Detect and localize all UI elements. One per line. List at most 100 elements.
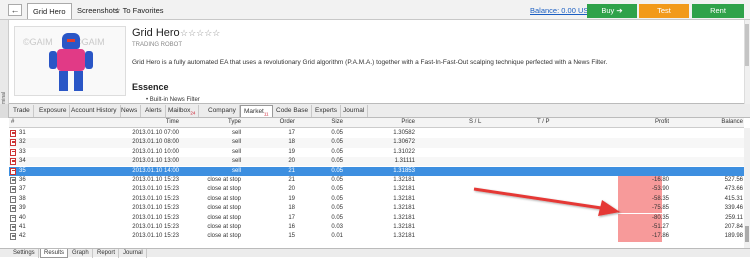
cell-time: 2013.01.10 15:23 bbox=[132, 186, 179, 193]
cell-price: 1.32181 bbox=[393, 177, 415, 183]
column-header[interactable]: Size bbox=[309, 119, 343, 125]
close-order-icon bbox=[10, 224, 16, 231]
cell-order: 21 bbox=[288, 177, 295, 183]
cell-time: 2013.01.10 15:23 bbox=[132, 195, 179, 202]
rent-button[interactable]: Rent bbox=[692, 4, 744, 18]
rating-stars[interactable]: ☆☆☆☆☆ bbox=[180, 28, 220, 39]
terminal-tab-label: Journal bbox=[343, 107, 365, 114]
tester-tab-bar: Settings Results Graph Report Journal bbox=[0, 248, 750, 258]
table-row[interactable]: 38 2013.01.10 15:23 close at stop 19 0.05 1.3… bbox=[9, 195, 744, 204]
terminal-tab-news[interactable]: News bbox=[118, 105, 142, 117]
table-row[interactable]: 34 2013.01.10 13:00 sell 20 0.05 1.31111 bbox=[9, 157, 744, 167]
cell-balance: 189.98 bbox=[724, 233, 743, 240]
table-row[interactable]: 41 2013.01.10 15:23 close at stop 16 0.03 1.3… bbox=[9, 223, 744, 232]
cell-balance: 415.31 bbox=[724, 195, 743, 202]
cell-type: close at stop bbox=[207, 205, 241, 212]
arrow-right-icon: ➔ bbox=[616, 6, 623, 15]
terminal-tab-code-base[interactable]: Code Base bbox=[273, 105, 313, 117]
test-button[interactable]: Test bbox=[639, 4, 689, 18]
cell-price: 1.32181 bbox=[393, 195, 415, 202]
column-header[interactable]: Price bbox=[349, 119, 415, 125]
market-scroll-thumb[interactable] bbox=[745, 24, 749, 66]
market-toolbar: ← Grid Hero Screenshots ☆ To Favorites B… bbox=[0, 0, 750, 20]
favorites-button[interactable]: ☆ To Favorites bbox=[114, 3, 164, 19]
cell-order: 16 bbox=[288, 224, 295, 230]
table-row[interactable]: 31 2013.01.10 07:00 sell 17 0.05 1.30582 bbox=[9, 129, 744, 138]
cell-type: sell bbox=[231, 130, 241, 136]
table-row[interactable]: 40 2013.01.10 15:23 close at stop 17 0.05 1.3… bbox=[9, 214, 744, 223]
column-header[interactable]: Balance bbox=[699, 119, 743, 125]
column-header[interactable]: Time bbox=[129, 119, 179, 125]
close-order-icon bbox=[10, 205, 16, 213]
table-row[interactable]: 36 2013.01.10 15:23 close at stop 21 0.05 1.3… bbox=[9, 176, 744, 185]
table-row[interactable]: 42 2013.01.10 15:23 close at stop 15 0.01 1.3… bbox=[9, 232, 744, 241]
terminal-tab-exposure[interactable]: Exposure bbox=[36, 105, 71, 117]
cell-time: 2013.01.10 15:23 bbox=[132, 233, 179, 240]
terminal-tab-label: Company bbox=[208, 107, 236, 114]
table-row[interactable]: 33 2013.01.10 10:00 sell 19 0.05 1.31022 bbox=[9, 148, 744, 157]
cell-n: 38 bbox=[19, 195, 26, 202]
cell-size: 0.05 bbox=[331, 139, 343, 146]
column-header[interactable]: Order bbox=[257, 119, 295, 125]
column-header[interactable]: Type bbox=[199, 119, 241, 125]
cell-balance: 207.84 bbox=[724, 224, 743, 230]
product-subtitle: TRADING ROBOT bbox=[132, 42, 183, 48]
cell-profit: -16.80 bbox=[651, 177, 669, 183]
column-header[interactable]: Profit bbox=[621, 119, 669, 125]
terminal-tab-bar: Trade Exposure Account History News Alerts Ma… bbox=[0, 104, 750, 118]
cell-time: 2013.01.10 13:00 bbox=[132, 158, 179, 165]
cell-n: 36 bbox=[19, 177, 26, 183]
column-header[interactable]: S / L bbox=[469, 119, 491, 125]
arrow-left-icon: ← bbox=[10, 5, 20, 15]
cell-price: 1.31022 bbox=[393, 148, 415, 155]
cell-type: close at stop bbox=[207, 233, 241, 240]
essence-heading: Essence bbox=[132, 82, 169, 92]
buy-button[interactable]: Buy ➔ bbox=[587, 4, 637, 18]
cell-time: 2013.01.10 14:00 bbox=[132, 167, 179, 174]
cell-time: 2013.01.10 15:23 bbox=[132, 177, 179, 183]
back-button[interactable]: ← bbox=[8, 4, 22, 16]
cell-type: sell bbox=[231, 167, 241, 174]
terminal-tab-label: Account History bbox=[71, 107, 117, 114]
column-header[interactable]: # bbox=[11, 119, 41, 125]
terminal-tab-journal[interactable]: Journal bbox=[340, 105, 369, 117]
cell-type: close at stop bbox=[207, 186, 241, 193]
robot-arm bbox=[85, 51, 93, 69]
cell-n: 32 bbox=[19, 139, 26, 146]
cell-type: close at stop bbox=[207, 195, 241, 202]
terminal-tab-label: Trade bbox=[13, 107, 30, 114]
column-header[interactable]: T / P bbox=[537, 119, 559, 125]
cell-n: 40 bbox=[19, 214, 26, 221]
cell-size: 0.01 bbox=[331, 233, 343, 240]
terminal-tab-label: Mailbox bbox=[168, 107, 191, 114]
results-scroll-thumb[interactable] bbox=[745, 226, 749, 242]
cell-profit: -53.90 bbox=[651, 186, 669, 193]
cell-price: 1.30582 bbox=[393, 130, 415, 136]
terminal-tab-company[interactable]: Company bbox=[205, 105, 240, 117]
table-row[interactable]: 35 2013.01.10 14:00 sell 21 0.05 1.31853 bbox=[9, 166, 744, 176]
cell-profit: -75.85 bbox=[651, 205, 669, 212]
cell-size: 0.05 bbox=[331, 158, 343, 165]
terminal-tab-experts[interactable]: Experts bbox=[312, 105, 342, 117]
tab-badge: 11 bbox=[263, 111, 269, 117]
table-row[interactable]: 39 2013.01.10 15:23 close at stop 18 0.05 1.3… bbox=[9, 204, 744, 213]
sell-order-icon bbox=[10, 148, 16, 156]
cell-order: 20 bbox=[288, 158, 295, 165]
terminal-tab-market[interactable]: Market11 bbox=[240, 105, 273, 117]
table-row[interactable]: 32 2013.01.10 08:00 sell 18 0.05 1.30672 bbox=[9, 138, 744, 148]
terminal-tab-mailbox[interactable]: Mailbox24 bbox=[165, 105, 200, 117]
close-order-icon bbox=[10, 177, 16, 184]
favorites-label: To Favorites bbox=[122, 6, 164, 15]
terminal-tab-label: Exposure bbox=[39, 107, 67, 114]
terminal-tab-account-history[interactable]: Account History bbox=[68, 105, 121, 117]
terminal-tab-alerts[interactable]: Alerts bbox=[142, 105, 166, 117]
cell-profit: -80.35 bbox=[651, 214, 669, 221]
tab-product[interactable]: Grid Hero bbox=[27, 3, 72, 19]
cell-order: 15 bbox=[288, 233, 295, 240]
terminal-tab-trade[interactable]: Trade bbox=[10, 105, 34, 117]
cell-order: 17 bbox=[288, 214, 295, 221]
balance-link[interactable]: Balance: 0.00 USD bbox=[530, 6, 594, 15]
table-header: # Time Type Order Size Price S / L T / P Profit B… bbox=[9, 118, 744, 128]
cell-order: 18 bbox=[288, 139, 295, 146]
table-row[interactable]: 37 2013.01.10 15:23 close at stop 20 0.05 1.3… bbox=[9, 185, 744, 194]
